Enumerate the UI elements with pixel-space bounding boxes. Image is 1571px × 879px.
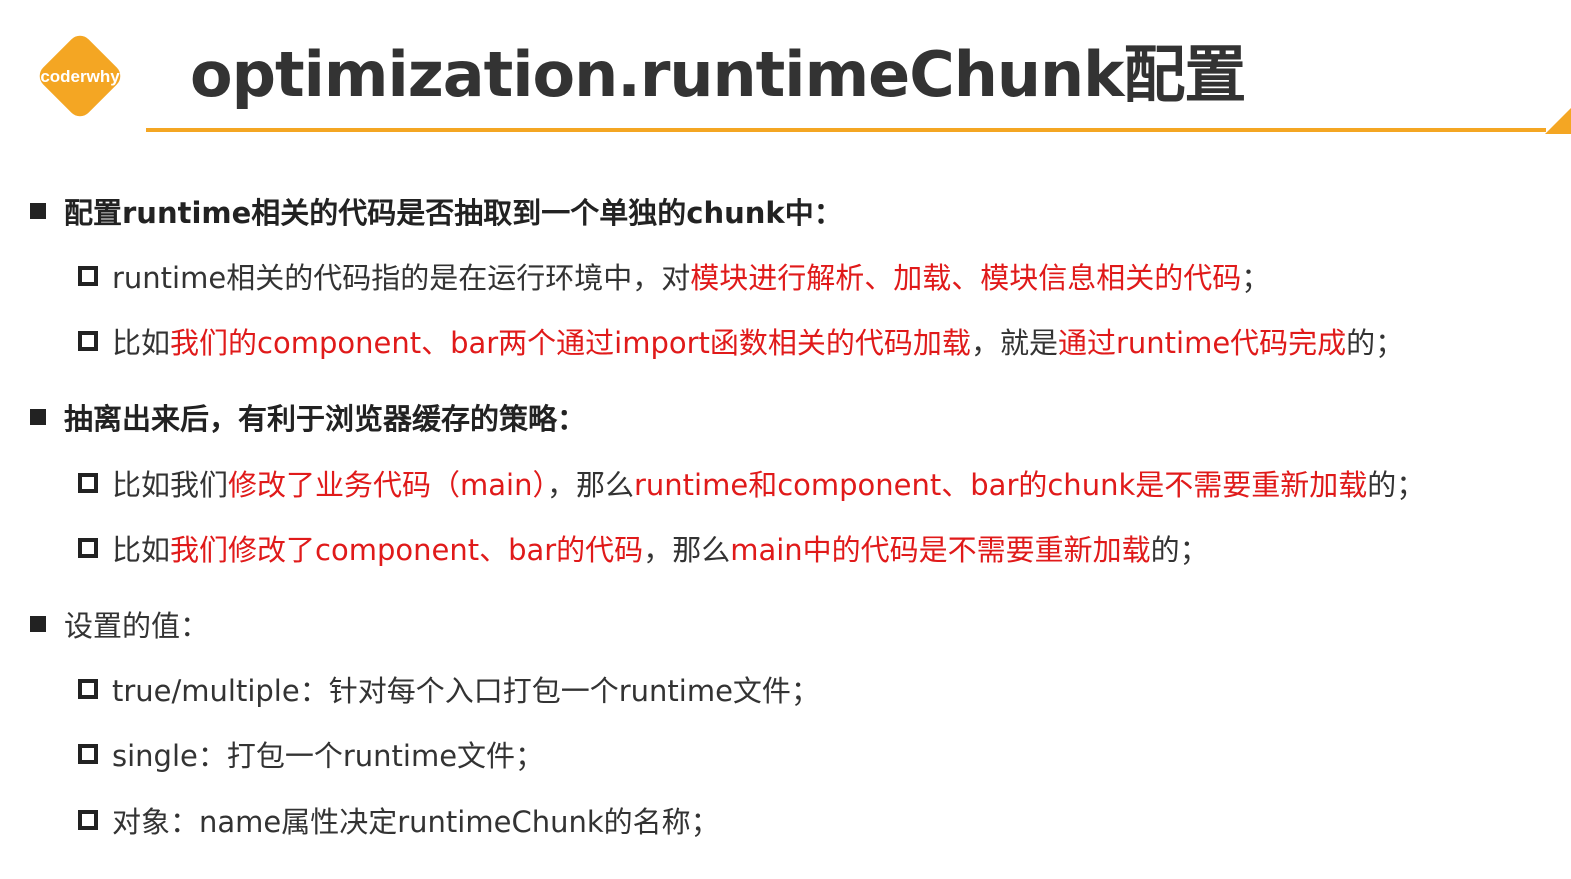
item-text: 比如我们的component、bar两个通过import函数相关的代码加载，就是… [112,326,1405,360]
page-title: optimization.runtimeChunk配置 [190,38,1246,111]
hollow-square-bullet-icon [78,538,98,558]
list-item: single：打包一个runtime文件； [78,733,544,775]
square-bullet-icon [30,203,46,219]
section-heading: 抽离出来后，有利于浏览器缓存的策略： [30,396,586,438]
item-text: 对象：name属性决定runtimeChunk的名称； [112,805,720,839]
hollow-square-bullet-icon [78,266,98,286]
item-text: 比如我们修改了业务代码（main），那么runtime和component、ba… [112,468,1426,502]
section-heading: 设置的值： [30,603,209,645]
list-item: 比如我们的component、bar两个通过import函数相关的代码加载，就是… [78,320,1404,362]
list-item: 比如我们修改了component、bar的代码，那么main中的代码是不需要重新… [78,527,1209,569]
list-item: 比如我们修改了业务代码（main），那么runtime和component、ba… [78,462,1425,504]
list-item: runtime相关的代码指的是在运行环境中，对模块进行解析、加载、模块信息相关的… [78,255,1270,297]
item-text: runtime相关的代码指的是在运行环境中，对模块进行解析、加载、模块信息相关的… [112,261,1271,295]
list-item: 对象：name属性决定runtimeChunk的名称； [78,799,720,841]
title-divider [146,128,1546,132]
logo-text: coderwhy [40,67,120,86]
item-text: true/multiple：针对每个入口打包一个runtime文件； [112,674,820,708]
coderwhy-logo: coderwhy [22,18,138,134]
list-item: true/multiple：针对每个入口打包一个runtime文件； [78,668,820,710]
item-text: 比如我们修改了component、bar的代码，那么main中的代码是不需要重新… [112,533,1209,567]
hollow-square-bullet-icon [78,473,98,493]
hollow-square-bullet-icon [78,744,98,764]
corner-accent [1545,108,1571,134]
item-text: single：打包一个runtime文件； [112,739,545,773]
hollow-square-bullet-icon [78,331,98,351]
hollow-square-bullet-icon [78,679,98,699]
square-bullet-icon [30,409,46,425]
hollow-square-bullet-icon [78,810,98,830]
section-heading: 配置runtime相关的代码是否抽取到一个单独的chunk中： [30,190,843,232]
square-bullet-icon [30,616,46,632]
